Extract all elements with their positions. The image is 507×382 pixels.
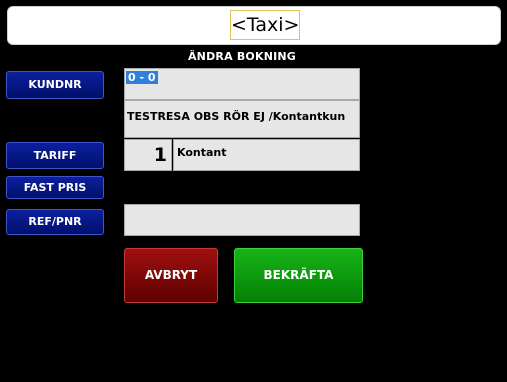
kundnr-value: 0 - 0 bbox=[126, 71, 158, 84]
cancel-button[interactable]: AVBRYT bbox=[124, 248, 218, 303]
kundnr-field[interactable]: 0 - 0 bbox=[124, 68, 360, 100]
tariff-name-field: Kontant bbox=[173, 139, 360, 171]
tariff-number-field[interactable]: 1 bbox=[124, 139, 172, 171]
confirm-button[interactable]: BEKRÄFTA bbox=[234, 248, 363, 303]
page-heading: ÄNDRA BOKNING bbox=[187, 50, 297, 63]
fast-pris-button[interactable]: FAST PRIS bbox=[6, 176, 104, 199]
window-title: <Taxi> bbox=[230, 10, 300, 40]
ref-pnr-input[interactable] bbox=[124, 204, 360, 236]
title-bar: <Taxi> bbox=[7, 6, 501, 45]
ref-pnr-button[interactable]: REF/PNR bbox=[6, 209, 104, 235]
tariff-button[interactable]: TARIFF bbox=[6, 142, 104, 169]
customer-description: TESTRESA OBS RÖR EJ /Kontantkun bbox=[127, 110, 346, 123]
customer-description-field: TESTRESA OBS RÖR EJ /Kontantkun bbox=[124, 100, 360, 138]
kundnr-button[interactable]: KUNDNR bbox=[6, 71, 104, 99]
